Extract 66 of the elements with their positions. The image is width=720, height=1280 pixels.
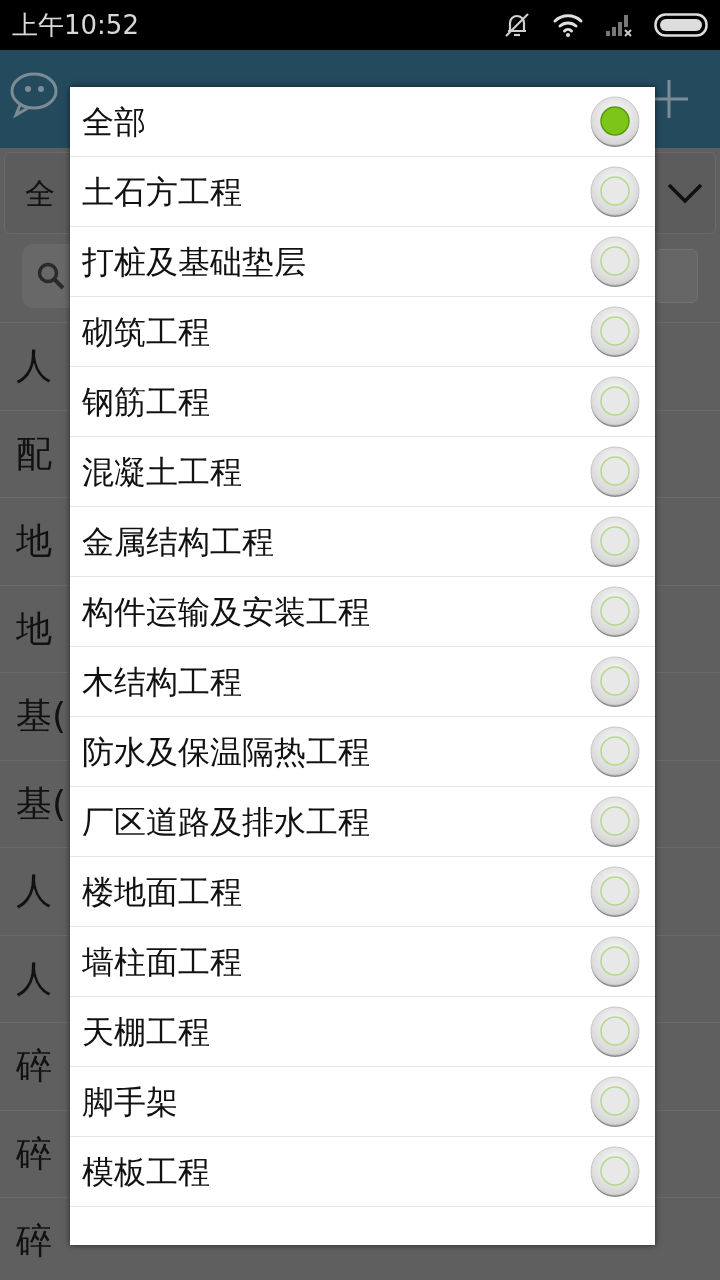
list-item-text: 地	[16, 519, 52, 564]
radio-button[interactable]	[589, 935, 641, 988]
list-item-text: 基(	[16, 781, 67, 826]
battery-icon	[654, 13, 708, 37]
chevron-down-icon	[667, 182, 703, 204]
list-item-text: 基(	[16, 694, 67, 739]
option-row[interactable]: 防水及保温隔热工程	[70, 717, 655, 787]
option-row[interactable]: 金属结构工程	[70, 507, 655, 577]
search-icon	[36, 261, 66, 291]
wifi-icon	[552, 12, 584, 38]
option-row[interactable]: 混凝土工程	[70, 437, 655, 507]
option-label: 木结构工程	[82, 661, 242, 703]
option-label: 砌筑工程	[82, 311, 210, 353]
list-item-text: 碎	[16, 1131, 52, 1176]
option-label: 钢筋工程	[82, 381, 210, 423]
option-label: 金属结构工程	[82, 521, 274, 563]
option-label: 打桩及基础垫层	[82, 241, 306, 283]
list-item-text: 配	[16, 431, 52, 476]
option-label: 土石方工程	[82, 171, 242, 213]
option-row[interactable]: 厂区道路及排水工程	[70, 787, 655, 857]
list-item-text: 人	[16, 344, 52, 389]
option-label: 脚手架	[82, 1081, 178, 1123]
option-row[interactable]: 脚手架	[70, 1067, 655, 1137]
option-row[interactable]: 砌筑工程	[70, 297, 655, 367]
option-label: 厂区道路及排水工程	[82, 801, 370, 843]
list-item-text: 碎	[16, 1219, 52, 1264]
radio-button[interactable]	[589, 1005, 641, 1058]
option-label: 楼地面工程	[82, 871, 242, 913]
list-item-text: 人	[16, 956, 52, 1001]
radio-button[interactable]	[589, 655, 641, 708]
radio-button[interactable]	[589, 515, 641, 568]
signal-icon	[604, 12, 634, 38]
option-label: 模板工程	[82, 1151, 210, 1193]
radio-button[interactable]	[589, 585, 641, 638]
option-row[interactable]: 楼地面工程	[70, 857, 655, 927]
list-item-text: 碎	[16, 1044, 52, 1089]
radio-button[interactable]	[589, 375, 641, 428]
radio-button[interactable]	[589, 795, 641, 848]
radio-button[interactable]	[589, 305, 641, 358]
radio-button[interactable]	[589, 1145, 641, 1198]
list-item-text: 人	[16, 869, 52, 914]
option-row[interactable]: 全部	[70, 87, 655, 157]
option-row[interactable]: 天棚工程	[70, 997, 655, 1067]
dropdown-value: 全	[25, 174, 55, 213]
radio-button[interactable]	[589, 725, 641, 778]
option-label: 全部	[82, 101, 146, 143]
option-row[interactable]: 模板工程	[70, 1137, 655, 1207]
option-label: 墙柱面工程	[82, 941, 242, 983]
radio-button[interactable]	[589, 235, 641, 288]
option-label: 混凝土工程	[82, 451, 242, 493]
radio-button[interactable]	[589, 865, 641, 918]
option-row[interactable]: 墙柱面工程	[70, 927, 655, 997]
radio-button[interactable]	[589, 1075, 641, 1128]
option-label: 构件运输及安装工程	[82, 591, 370, 633]
radio-button[interactable]	[589, 95, 641, 148]
option-row[interactable]: 打桩及基础垫层	[70, 227, 655, 297]
radio-button[interactable]	[589, 445, 641, 498]
option-row[interactable]: 构件运输及安装工程	[70, 577, 655, 647]
list-item-text: 地	[16, 606, 52, 651]
radio-button[interactable]	[589, 165, 641, 218]
option-row[interactable]: 钢筋工程	[70, 367, 655, 437]
option-label: 防水及保温隔热工程	[82, 731, 370, 773]
option-row[interactable]: 土石方工程	[70, 157, 655, 227]
status-time: 上午10:52	[12, 8, 139, 42]
option-row[interactable]: 木结构工程	[70, 647, 655, 717]
option-label: 天棚工程	[82, 1011, 210, 1053]
